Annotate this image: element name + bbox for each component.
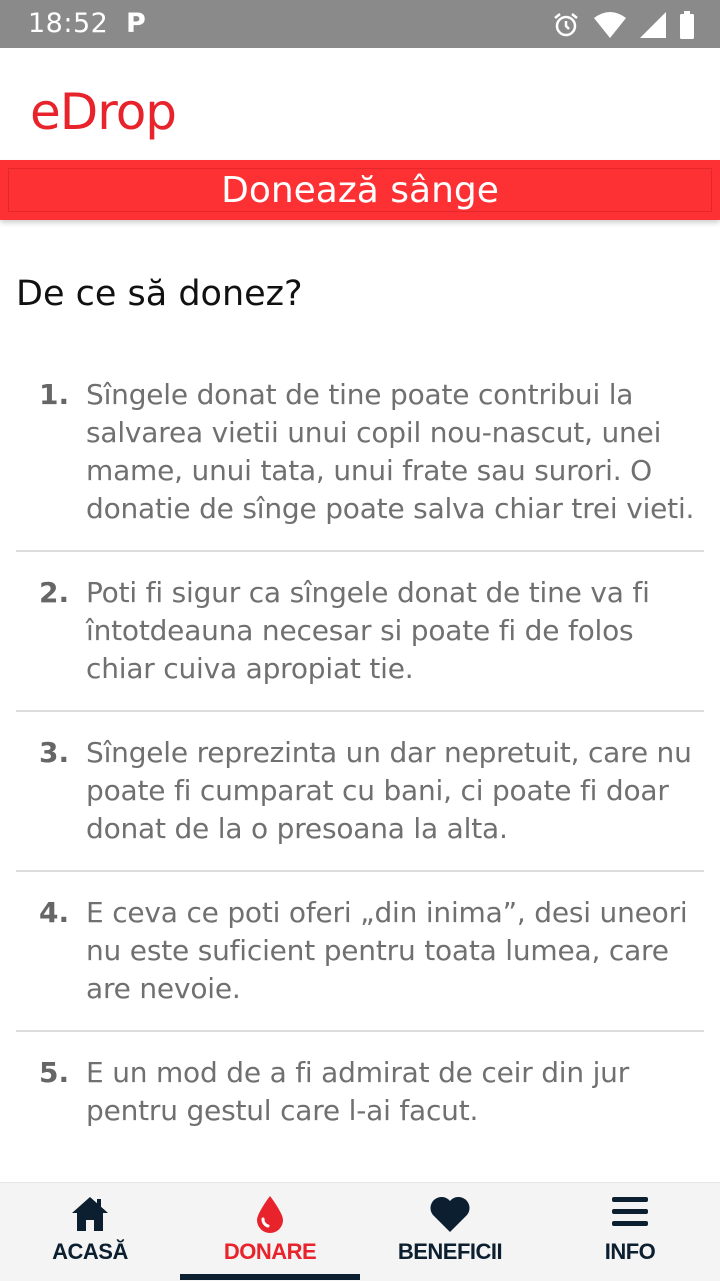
page-title-bar: Donează sânge	[0, 160, 720, 220]
nav-info[interactable]: INFO	[540, 1183, 720, 1281]
item-number: 5.	[39, 1056, 70, 1089]
section-heading: De ce să donez?	[16, 274, 303, 314]
menu-icon	[612, 1197, 648, 1226]
nav-donate[interactable]: DONARE	[180, 1183, 360, 1281]
nav-donate-label: DONARE	[223, 1239, 317, 1264]
status-icons	[552, 10, 694, 40]
signal-icon	[640, 12, 666, 38]
nav-info-label: INFO	[604, 1239, 656, 1264]
item-number: 3.	[39, 736, 70, 769]
parking-notification-icon: P	[126, 8, 146, 39]
reason-list: 1. Sîngele donat de tine poate contribui…	[16, 376, 704, 1174]
list-item: 1. Sîngele donat de tine poate contribui…	[16, 376, 704, 552]
list-item: 2. Poti fi sigur ca sîngele donat de tin…	[16, 574, 704, 712]
battery-icon	[680, 11, 694, 39]
app-header: eDrop	[0, 48, 720, 160]
item-text: E ceva ce poti oferi „din inima”, desi u…	[86, 896, 688, 1005]
bottom-nav: ACASĂ DONARE BENEFICII INFO	[0, 1182, 720, 1281]
list-item: 4. E ceva ce poti oferi „din inima”, des…	[16, 894, 704, 1032]
heart-icon	[430, 1196, 470, 1232]
item-number: 4.	[39, 896, 70, 929]
nav-home[interactable]: ACASĂ	[0, 1183, 180, 1281]
alarm-icon	[554, 13, 578, 37]
item-text: Sîngele donat de tine poate contribui la…	[86, 378, 695, 525]
edrop-logo: eDrop	[30, 83, 177, 141]
nav-home-label: ACASĂ	[52, 1239, 128, 1264]
home-icon	[72, 1197, 108, 1231]
nav-benefits[interactable]: BENEFICII	[360, 1183, 540, 1281]
nav-benefits-label: BENEFICII	[397, 1239, 503, 1264]
item-number: 1.	[39, 378, 70, 411]
item-text: E un mod de a fi admirat de ceir din jur…	[86, 1056, 630, 1127]
status-time: 18:52	[28, 8, 109, 39]
item-text: Sîngele reprezinta un dar nepretuit, car…	[86, 736, 692, 845]
status-bar: 18:52 P	[0, 0, 720, 48]
list-item: 5. E un mod de a fi admirat de ceir din …	[16, 1054, 704, 1152]
page-title: Donează sânge	[221, 170, 499, 211]
blood-drop-icon	[257, 1196, 283, 1233]
wifi-icon	[594, 12, 626, 38]
item-text: Poti fi sigur ca sîngele donat de tine v…	[86, 576, 650, 685]
item-number: 2.	[39, 576, 70, 609]
list-item: 3. Sîngele reprezinta un dar nepretuit, …	[16, 734, 704, 872]
active-tab-indicator	[180, 1274, 360, 1280]
